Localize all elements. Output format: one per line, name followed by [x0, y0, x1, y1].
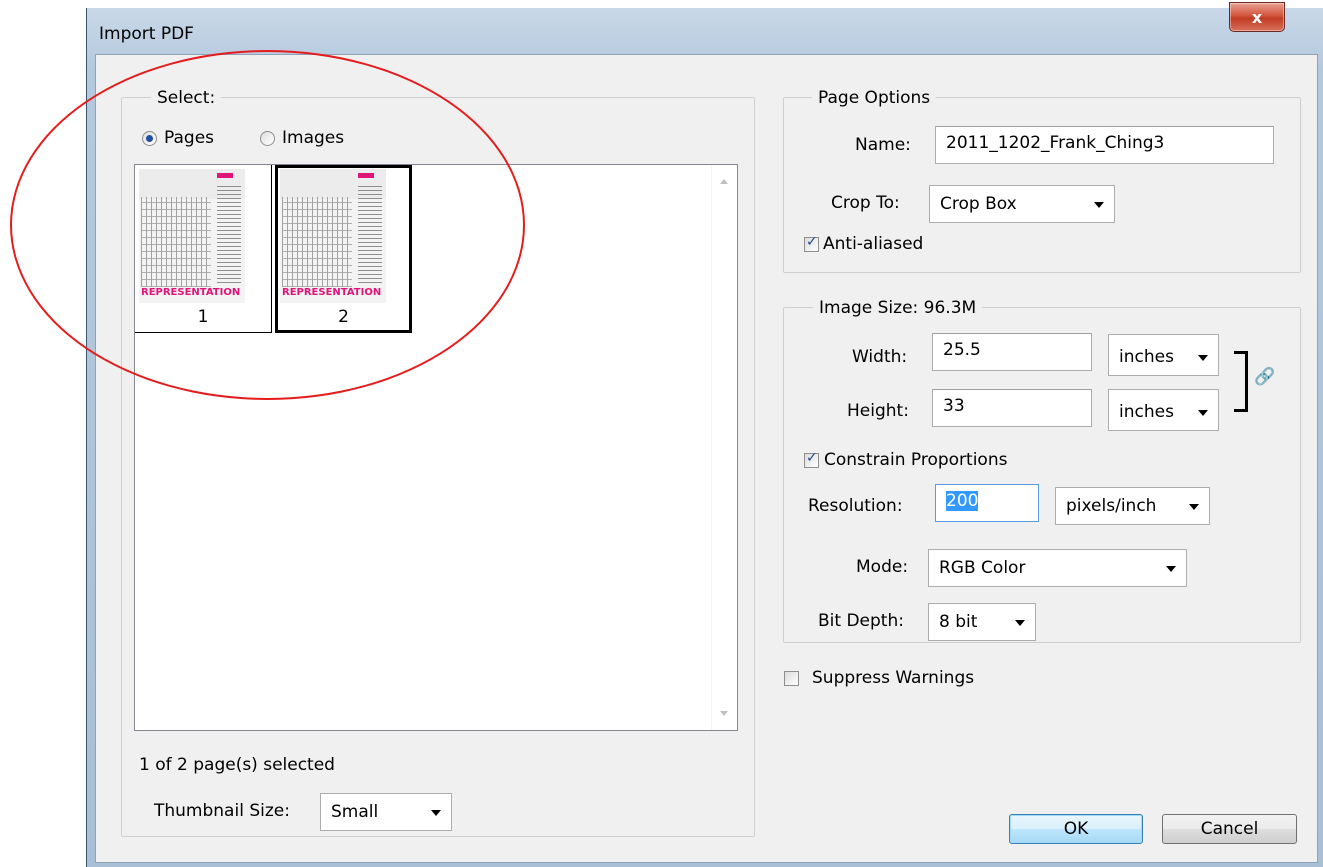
close-icon: x: [1251, 7, 1263, 27]
constrain-link-bracket: [1234, 351, 1248, 412]
crop-to-value: Crop Box: [940, 194, 1017, 214]
radio-pages-button[interactable]: [142, 131, 157, 146]
name-label: Name:: [855, 135, 911, 155]
desktop-background: [0, 0, 92, 867]
bit-depth-select[interactable]: 8 bit: [928, 603, 1036, 641]
select-group-legend: Select:: [151, 88, 222, 108]
chevron-down-icon: [431, 810, 441, 816]
height-field[interactable]: 33: [932, 389, 1092, 427]
scroll-down-arrow-icon[interactable]: [720, 711, 728, 716]
page-2-caption: REPRESENTATION: [282, 287, 382, 298]
thumbnail-size-value: Small: [331, 802, 379, 822]
width-value: 25.5: [943, 340, 981, 360]
constrain-proportions-checkbox[interactable]: ✓: [804, 450, 819, 468]
anti-aliased-checkbox[interactable]: ✓: [804, 234, 819, 252]
checkmark-icon: ✓: [806, 450, 818, 466]
image-size-legend: Image Size: 96.3M: [813, 298, 983, 318]
resolution-unit-value: pixels/inch: [1066, 496, 1157, 516]
thumbnail-size-select[interactable]: Small: [320, 793, 452, 831]
suppress-warnings-label[interactable]: Suppress Warnings: [812, 668, 974, 688]
thumbnail-page-2[interactable]: REPRESENTATION 2: [275, 165, 412, 333]
thumbnail-page-1[interactable]: REPRESENTATION 1: [135, 165, 272, 333]
radio-selected-dot: [146, 135, 153, 142]
height-unit-value: inches: [1119, 402, 1174, 422]
dialog-client-area: Select: Pages Images REPRESENTATION 1 RE…: [95, 54, 1318, 863]
name-value: 2011_1202_Frank_Ching3: [946, 133, 1165, 153]
constrain-proportions-label[interactable]: Constrain Proportions: [824, 450, 1007, 470]
page-1-preview: REPRESENTATION: [139, 169, 245, 303]
dialog-title: Import PDF: [99, 24, 194, 44]
mode-select[interactable]: RGB Color: [928, 549, 1187, 587]
chevron-down-icon: [1094, 202, 1104, 208]
resolution-field[interactable]: 200: [935, 484, 1039, 522]
mode-value: RGB Color: [939, 558, 1026, 578]
width-label: Width:: [852, 347, 908, 367]
ok-button[interactable]: OK: [1009, 814, 1143, 844]
chevron-down-icon: [1015, 620, 1025, 626]
page-2-number: 2: [338, 307, 349, 327]
mode-label: Mode:: [856, 557, 909, 577]
checkmark-icon: ✓: [806, 234, 818, 250]
chevron-down-icon: [1189, 504, 1199, 510]
height-label: Height:: [847, 401, 909, 421]
page-thumbnail-list[interactable]: REPRESENTATION 1 REPRESENTATION 2: [134, 164, 738, 731]
resolution-label: Resolution:: [808, 496, 903, 516]
scroll-up-arrow-icon[interactable]: [720, 179, 728, 184]
anti-aliased-label[interactable]: Anti-aliased: [823, 234, 923, 254]
bit-depth-label: Bit Depth:: [818, 611, 904, 631]
page-options-legend: Page Options: [812, 88, 937, 108]
chevron-down-icon: [1198, 355, 1208, 361]
vertical-scrollbar[interactable]: [711, 165, 737, 730]
height-unit-select[interactable]: inches: [1108, 389, 1219, 431]
resolution-value: 200: [946, 491, 979, 511]
thumbnail-size-label: Thumbnail Size:: [154, 801, 290, 821]
width-unit-value: inches: [1119, 347, 1174, 367]
close-button[interactable]: x: [1229, 2, 1285, 32]
crop-to-select[interactable]: Crop Box: [929, 185, 1115, 223]
page-1-number: 1: [197, 307, 209, 327]
radio-images-label[interactable]: Images: [282, 128, 344, 148]
title-bar[interactable]: Import PDF x: [87, 2, 1323, 54]
cancel-button[interactable]: Cancel: [1162, 814, 1297, 844]
chevron-down-icon: [1166, 566, 1176, 572]
crop-to-label: Crop To:: [831, 193, 900, 213]
page-2-preview: REPRESENTATION: [280, 169, 386, 303]
width-field[interactable]: 25.5: [932, 333, 1092, 371]
name-field[interactable]: 2011_1202_Frank_Ching3: [935, 126, 1274, 164]
radio-pages-label[interactable]: Pages: [164, 128, 214, 148]
resolution-unit-select[interactable]: pixels/inch: [1055, 487, 1210, 525]
import-pdf-dialog: Import PDF x Select: Pages Images REPRES…: [86, 2, 1323, 867]
radio-images-button[interactable]: [260, 131, 275, 146]
suppress-warnings-checkbox[interactable]: [784, 671, 799, 686]
page-1-caption: REPRESENTATION: [141, 287, 241, 298]
width-unit-select[interactable]: inches: [1108, 334, 1219, 376]
chevron-down-icon: [1198, 410, 1208, 416]
chain-link-icon: 🔗: [1254, 367, 1276, 387]
bit-depth-value: 8 bit: [939, 612, 978, 632]
selection-status: 1 of 2 page(s) selected: [139, 755, 335, 775]
height-value: 33: [943, 396, 965, 416]
